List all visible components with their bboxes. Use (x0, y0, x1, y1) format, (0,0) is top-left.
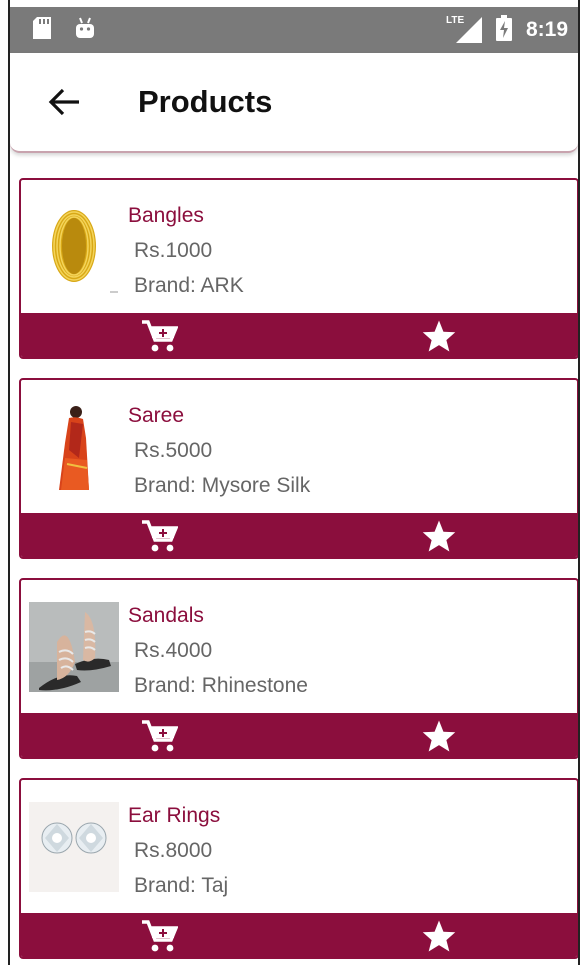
favorite-button[interactable] (419, 517, 459, 555)
device-screen: LTE 8:19 Products Bangles Rs.1000 Brand:… (8, 0, 580, 965)
saree-image (29, 398, 119, 494)
product-action-bar (21, 313, 577, 357)
product-card[interactable]: Ear Rings Rs.8000 Brand: Taj (19, 778, 578, 959)
add-to-cart-button[interactable] (139, 917, 179, 955)
back-button[interactable] (34, 72, 94, 132)
add-cart-icon (142, 720, 178, 752)
status-bar: LTE 8:19 (10, 7, 578, 53)
network-type-label: LTE (445, 15, 465, 26)
product-card[interactable]: Sandals Rs.4000 Brand: Rhinestone (19, 578, 578, 759)
add-cart-icon (142, 520, 178, 552)
bangles-image (29, 198, 119, 294)
favorite-button[interactable] (419, 917, 459, 955)
product-name: Ear Rings (128, 804, 221, 827)
product-action-bar (21, 513, 577, 557)
product-brand: Brand: ARK (134, 274, 244, 297)
product-price: Rs.5000 (134, 439, 213, 462)
add-cart-icon (142, 320, 178, 352)
add-to-cart-button[interactable] (139, 317, 179, 355)
app-bar: Products (10, 53, 578, 153)
product-name: Saree (128, 404, 185, 427)
clock: 8:19 (525, 18, 568, 41)
product-brand: Brand: Rhinestone (134, 674, 308, 697)
star-icon (422, 320, 456, 352)
battery-charging-icon (495, 14, 512, 46)
product-action-bar (21, 913, 577, 957)
status-bar-notifications (10, 16, 96, 45)
product-card[interactable]: Bangles Rs.1000 Brand: ARK (19, 178, 578, 359)
product-price: Rs.1000 (134, 239, 213, 262)
favorite-button[interactable] (419, 717, 459, 755)
star-icon (422, 520, 456, 552)
product-price: Rs.8000 (134, 839, 213, 862)
favorite-button[interactable] (419, 317, 459, 355)
product-name: Bangles (128, 204, 204, 227)
add-cart-icon (142, 920, 178, 952)
star-icon (422, 720, 456, 752)
earrings-image (29, 802, 119, 892)
arrow-back-icon (48, 88, 79, 116)
sandals-image (29, 602, 119, 692)
product-list[interactable]: Bangles Rs.1000 Brand: ARK Saree Rs.5000… (19, 178, 578, 965)
product-brand: Brand: Taj (134, 874, 229, 897)
product-action-bar (21, 713, 577, 757)
status-bar-system: LTE 8:19 (445, 14, 578, 46)
sd-card-icon (32, 16, 52, 45)
product-name: Sandals (128, 604, 204, 627)
android-icon (74, 16, 96, 45)
product-card[interactable]: Saree Rs.5000 Brand: Mysore Silk (19, 378, 578, 559)
add-to-cart-button[interactable] (139, 517, 179, 555)
page-title: Products (138, 84, 273, 119)
lte-signal-icon: LTE (445, 15, 482, 43)
add-to-cart-button[interactable] (139, 717, 179, 755)
product-brand: Brand: Mysore Silk (134, 474, 311, 497)
star-icon (422, 920, 456, 952)
product-price: Rs.4000 (134, 639, 213, 662)
